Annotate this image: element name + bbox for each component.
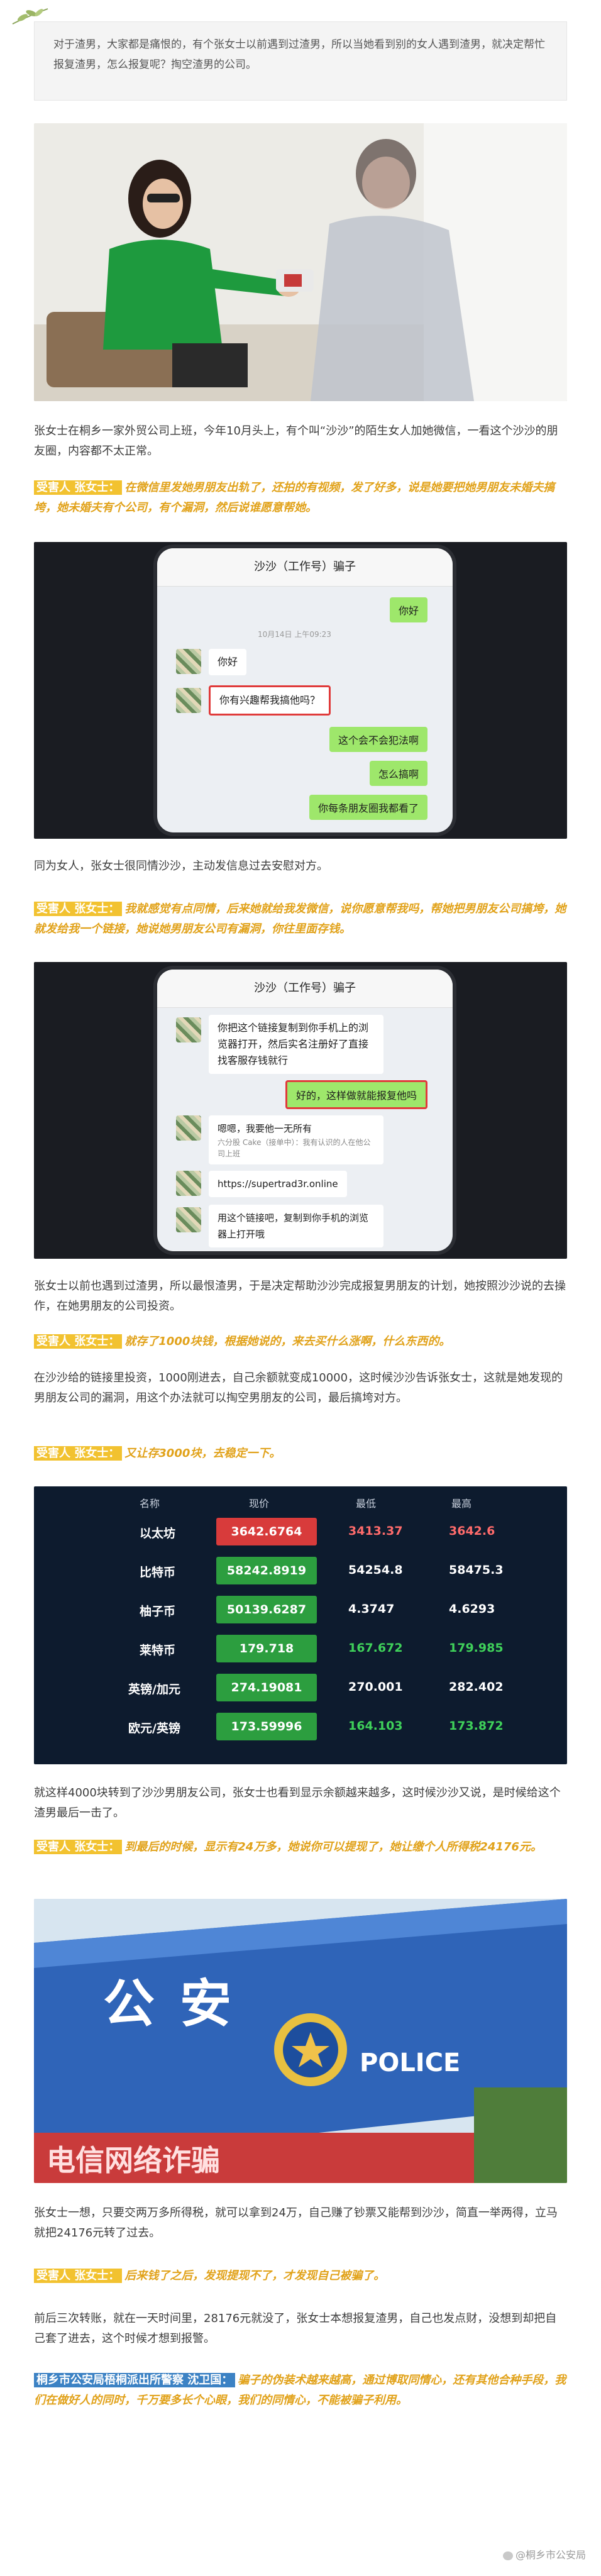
quote-6: 受害人 张女士： 后来钱了之后，发现提现不了，才发现自己被骗了。 xyxy=(34,2266,567,2286)
paragraph-1: 张女士在桐乡一家外贸公司上班，今年10月头上，有个叫“沙沙”的陌生女人加她微信，… xyxy=(34,421,567,462)
paragraph-1-text: 张女士在桐乡一家外贸公司上班，今年10月头上，有个叫“沙沙”的陌生女人加她微信，… xyxy=(34,424,558,458)
quote-5: 受害人 张女士： 到最后的时候，显示有24万多，她说你可以提现了，她让缴个人所得税… xyxy=(34,1837,567,1857)
stock-price: 179.718 xyxy=(216,1635,317,1662)
watermark: @桐乡市公安局 xyxy=(502,2546,586,2562)
quote-7-speaker: 桐乡市公安局梧桐派出所警察 沈卫国： xyxy=(34,2373,236,2387)
quote-4-text: 又让存3000块，去稳定一下。 xyxy=(124,1447,281,1460)
stock-high: 179.985 xyxy=(449,1641,504,1655)
col-header-name: 名称 xyxy=(140,1498,160,1510)
stock-name: 英镑/加元 xyxy=(128,1683,180,1696)
weibo-icon xyxy=(502,2551,513,2560)
paragraph-2-text: 同为女人，张女士很同情沙沙，主动发信息过去安慰对方。 xyxy=(34,860,328,873)
paragraph-5: 就这样4000块转到了沙沙男朋友公司，张女士也看到显示余额越来越多，这时候沙沙又… xyxy=(34,1783,567,1823)
chat-quoted-message: 六分股 Cake（接单中）：我有认识的人在他公司上班 xyxy=(218,1138,371,1158)
paragraph-4-text: 在沙沙给的链接里投资，1000刚进去，自己余额就变成10000，这时候沙沙告诉张… xyxy=(34,1371,563,1405)
quote-6-text: 后来钱了之后，发现提现不了，才发现自己被骗了。 xyxy=(124,2269,385,2282)
chat-link: https://supertrad3r.online xyxy=(209,1171,347,1197)
chat-bubble-left: 你好 xyxy=(209,649,247,675)
paragraph-6-text: 张女士一想，只要交两万多所得税，就可以拿到24万，自己赚了钞票又能帮到沙沙，简直… xyxy=(34,2206,558,2240)
stock-low: 270.001 xyxy=(348,1680,403,1694)
stock-price: 173.59996 xyxy=(216,1713,317,1740)
chat-bubble-right: 这个会不会犯法啊 xyxy=(329,727,427,752)
chat-message: 嗯嗯，我要他一无所有 xyxy=(218,1123,312,1134)
stock-name: 柚子币 xyxy=(140,1605,176,1618)
chat-screenshot-2: 沙沙（工作号）骗子 你把这个链接复制到你手机上的浏览器打开，然后实名注册好了直接… xyxy=(34,962,567,1259)
phone-screen: 沙沙（工作号）骗子 你好 10月14日 上午09:23 你好 你有兴趣帮我搞他吗… xyxy=(157,548,453,832)
quote-2-speaker: 受害人 张女士： xyxy=(34,902,123,916)
chat-bubble-left: 嗯嗯，我要他一无所有 六分股 Cake（接单中）：我有认识的人在他公司上班 xyxy=(209,1115,383,1164)
stock-high: 282.402 xyxy=(449,1680,504,1694)
chat-bubble-left: 用这个链接吧，复制到你手机的浏览器上打开哦 xyxy=(209,1205,383,1247)
chat-timestamp: 10月14日 上午09:23 xyxy=(258,630,331,639)
avatar xyxy=(176,1115,201,1141)
quote-7: 桐乡市公安局梧桐派出所警察 沈卫国： 骗子的伪装术越来越高，通过博取同情心，还有其… xyxy=(34,2370,567,2411)
paragraph-3-text: 张女士以前也遇到过渣男，所以最恨渣男，于是决定帮助沙沙完成报复男朋友的计划，她按… xyxy=(34,1280,566,1313)
stock-price: 3642.6764 xyxy=(216,1518,317,1545)
chat-screenshot-1: 沙沙（工作号）骗子 你好 10月14日 上午09:23 你好 你有兴趣帮我搞他吗… xyxy=(34,542,567,839)
watermark-text: @桐乡市公安局 xyxy=(515,2549,586,2561)
quote-1: 受害人 张女士： 在微信里发她男朋友出轨了，还拍的有视频，发了好多，说是她要把她男… xyxy=(34,478,567,518)
chat-bubble-right: 你好 xyxy=(389,597,427,622)
intro-text: 对于渣男，大家都是痛恨的，有个张女士以前遇到过渣男，所以当她看到别的女人遇到渣男… xyxy=(53,38,545,71)
quote-3: 受害人 张女士： 就存了1000块钱，根据她说的，来去买什么涨啊，什么东西的。 xyxy=(34,1332,567,1352)
intro-callout: 对于渣男，大家都是痛恨的，有个张女士以前遇到过渣男，所以当她看到别的女人遇到渣男… xyxy=(34,21,567,101)
interview-illustration xyxy=(34,123,567,401)
chat-bubble-left: 你把这个链接复制到你手机上的浏览器打开，然后实名注册好了直接找客服存钱就行 xyxy=(209,1015,383,1074)
avatar xyxy=(176,649,201,674)
paragraph-2: 同为女人，张女士很同情沙沙，主动发信息过去安慰对方。 xyxy=(34,856,567,876)
paragraph-7: 前后三次转账，就在一天时间里，28176元就没了，张女士本想报复渣男，自己也发点… xyxy=(34,2309,567,2349)
stock-low: 167.672 xyxy=(348,1641,403,1655)
stock-name: 莱特币 xyxy=(140,1644,176,1657)
quote-1-speaker: 受害人 张女士： xyxy=(34,480,123,495)
avatar xyxy=(176,1017,201,1042)
interview-photo xyxy=(34,123,567,401)
quote-5-text: 到最后的时候，显示有24万多，她说你可以提现了，她让缴个人所得税24176元。 xyxy=(124,1840,542,1854)
paragraph-5-text: 就这样4000块转到了沙沙男朋友公司，张女士也看到显示余额越来越多，这时候沙沙又… xyxy=(34,1786,561,1820)
stock-low: 3413.37 xyxy=(348,1524,403,1538)
stock-screenshot: 名称 现价 最低 最高 以太坊 3642.6764 3413.37 3642.6… xyxy=(34,1486,567,1764)
col-header-low: 最低 xyxy=(356,1498,377,1510)
paragraph-6: 张女士一想，只要交两万多所得税，就可以拿到24万，自己赚了钞票又能帮到沙沙，简直… xyxy=(34,2203,567,2243)
stock-low: 54254.8 xyxy=(348,1563,403,1577)
quote-3-speaker: 受害人 张女士： xyxy=(34,1334,123,1349)
chat-bubble-right: 你每条朋友圈我都看了 xyxy=(309,795,427,820)
stock-price: 274.19081 xyxy=(216,1674,317,1701)
stock-name: 以太坊 xyxy=(140,1527,176,1540)
avatar xyxy=(176,1171,201,1196)
chat-bubble-left-highlighted: 你有兴趣帮我搞他吗？ xyxy=(209,685,331,716)
quote-6-speaker: 受害人 张女士： xyxy=(34,2269,123,2283)
stock-name: 比特币 xyxy=(140,1566,176,1579)
stock-low: 164.103 xyxy=(348,1719,403,1733)
paragraph-4: 在沙沙给的链接里投资，1000刚进去，自己余额就变成10000，这时候沙沙告诉张… xyxy=(34,1368,567,1408)
stock-price: 58242.8919 xyxy=(216,1557,317,1584)
police-station-photo: 公安 POLICE 电信网络诈骗 xyxy=(34,1899,567,2183)
paragraph-7-text: 前后三次转账，就在一天时间里，28176元就没了，张女士本想报复渣男，自己也发点… xyxy=(34,2312,557,2345)
chat-header-title: 沙沙（工作号）骗子 xyxy=(157,548,453,587)
paragraph-3: 张女士以前也遇到过渣男，所以最恨渣男，于是决定帮助沙沙完成报复男朋友的计划，她按… xyxy=(34,1276,567,1317)
chat-bubble-right: 怎么搞啊 xyxy=(369,761,427,786)
sign-police: POLICE xyxy=(360,2048,461,2077)
stock-high: 173.872 xyxy=(449,1719,504,1733)
quote-4: 受害人 张女士： 又让存3000块，去稳定一下。 xyxy=(34,1444,567,1464)
phone-screen: 沙沙（工作号）骗子 你把这个链接复制到你手机上的浏览器打开，然后实名注册好了直接… xyxy=(157,970,453,1251)
col-header-high: 最高 xyxy=(451,1498,472,1510)
quote-4-speaker: 受害人 张女士： xyxy=(34,1446,123,1461)
quote-2: 受害人 张女士： 我就感觉有点同情，后来她就给我发微信，说你愿意帮我吗，帮她把男朋… xyxy=(34,899,567,939)
col-header-price: 现价 xyxy=(249,1498,270,1510)
avatar xyxy=(176,1207,201,1232)
stock-name: 欧元/英镑 xyxy=(128,1722,180,1735)
stock-price: 50139.6287 xyxy=(216,1596,317,1623)
quote-5-speaker: 受害人 张女士： xyxy=(34,1840,123,1854)
stock-high: 3642.6 xyxy=(449,1524,495,1538)
quote-3-text: 就存了1000块钱，根据她说的，来去买什么涨啊，什么东西的。 xyxy=(124,1335,451,1348)
avatar xyxy=(176,688,201,713)
sign-gongan: 公安 xyxy=(103,1974,257,2034)
stock-low: 4.3747 xyxy=(348,1602,395,1616)
chat-bubble-right-highlighted: 好的，这样做就能报复他吗 xyxy=(285,1080,427,1109)
stock-high: 4.6293 xyxy=(449,1602,495,1616)
chat-header-title: 沙沙（工作号）骗子 xyxy=(157,970,453,1008)
stock-high: 58475.3 xyxy=(449,1563,504,1577)
sign-banner: 电信网络诈骗 xyxy=(47,2143,220,2177)
